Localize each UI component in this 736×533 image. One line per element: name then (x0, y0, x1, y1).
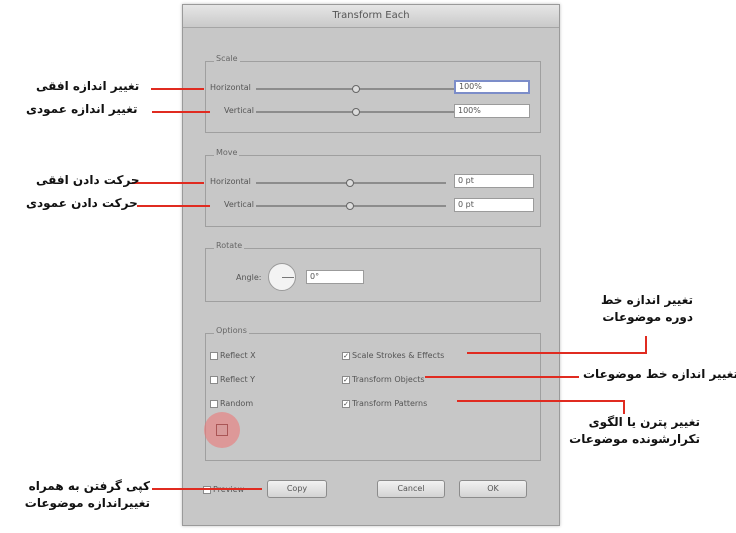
annotation-scale-vertical: تغییر اندازه عمودی (26, 102, 138, 116)
scale-vertical-field[interactable]: 100% (454, 104, 530, 118)
move-horizontal-slider-thumb[interactable] (346, 179, 354, 187)
transform-patterns-check-icon[interactable]: ✓ (342, 399, 350, 408)
annotation-line-scale-vertical (152, 111, 210, 113)
copy-button[interactable]: Copy (267, 480, 327, 498)
angle-dial-icon[interactable] (268, 263, 296, 291)
scale-vertical-slider-thumb[interactable] (352, 108, 360, 116)
reflect-x-label: Reflect X (220, 351, 256, 360)
scale-strokes-label: Scale Strokes & Effects (352, 351, 445, 360)
scale-horizontal-label: Horizontal (210, 83, 251, 92)
transform-objects-check-icon[interactable]: ✓ (342, 375, 350, 384)
move-group-label: Move (214, 148, 240, 157)
scale-horizontal-slider-thumb[interactable] (352, 85, 360, 93)
annotation-line-transform-patterns (457, 400, 625, 402)
annotation-scale-horizontal: تغییر اندازه افقی (36, 79, 140, 93)
reflect-y-label: Reflect Y (220, 375, 256, 384)
move-vertical-field[interactable]: 0 pt (454, 198, 534, 212)
annotation-copy: کپی گرفتن به همراه تغییراندازه موضوعات (24, 479, 150, 510)
ok-button[interactable]: OK (459, 480, 527, 498)
scale-strokes-checkbox[interactable]: ✓ Scale Strokes & Effects (342, 351, 444, 361)
transform-objects-label: Transform Objects (352, 375, 425, 384)
rotate-group-label: Rotate (214, 241, 245, 250)
scale-group-label: Scale (214, 54, 240, 63)
random-checkbox[interactable]: Random (210, 399, 253, 409)
transform-patterns-checkbox[interactable]: ✓ Transform Patterns (342, 399, 427, 409)
rotate-angle-field[interactable]: 0° (306, 270, 364, 284)
rotate-group: Rotate Angle: 0° (205, 241, 541, 302)
annotation-line-scale-strokes (467, 352, 647, 354)
move-horizontal-field[interactable]: 0 pt (454, 174, 534, 188)
random-label: Random (220, 399, 254, 408)
annotation-move-horizontal: حرکت دادن افقی (36, 173, 140, 187)
transform-patterns-label: Transform Patterns (352, 399, 428, 408)
scale-vertical-slider[interactable] (256, 108, 456, 116)
scale-vertical-label: Vertical (224, 106, 254, 115)
rotate-angle-label: Angle: (236, 273, 262, 282)
options-group-label: Options (214, 326, 249, 335)
move-vertical-slider[interactable] (256, 202, 446, 210)
reference-point-highlight (204, 412, 240, 448)
annotation-line-move-horizontal (132, 182, 204, 184)
annotation-move-vertical: حرکت دادن عمودی (26, 196, 138, 210)
scale-horizontal-field[interactable]: 100% (454, 80, 530, 94)
annotation-transform-objects: تغییر اندازه خط موضوعات (583, 367, 736, 381)
move-group: Move Horizontal 0 pt Vertical 0 pt (205, 148, 541, 227)
move-horizontal-label: Horizontal (210, 177, 251, 186)
annotation-line-move-vertical (137, 205, 210, 207)
reflect-x-box[interactable] (210, 351, 218, 360)
reflect-y-checkbox[interactable]: Reflect Y (210, 375, 255, 385)
annotation-line-transform-patterns-vertical (623, 400, 625, 414)
annotation-transform-patterns: تغییر پترن یا الگوی تکرارشونده موضوعات (569, 415, 700, 446)
move-horizontal-slider[interactable] (256, 179, 446, 187)
move-vertical-slider-thumb[interactable] (346, 202, 354, 210)
cancel-button[interactable]: Cancel (377, 480, 445, 498)
scale-group: Scale Horizontal 100% Vertical 100% (205, 54, 541, 133)
dialog-title: Transform Each (183, 5, 559, 28)
annotation-line-scale-horizontal (151, 88, 204, 90)
reflect-y-box[interactable] (210, 375, 218, 384)
reference-point-locator-icon[interactable] (216, 424, 228, 436)
scale-strokes-check-icon[interactable]: ✓ (342, 351, 350, 360)
annotation-line-copy (152, 488, 262, 490)
transform-objects-checkbox[interactable]: ✓ Transform Objects (342, 375, 425, 385)
scale-horizontal-slider[interactable] (256, 85, 456, 93)
preview-checkbox[interactable]: Preview (203, 485, 244, 495)
transform-each-dialog: Transform Each Scale Horizontal 100% Ver… (182, 4, 560, 526)
annotation-scale-strokes: تغییر اندازه خط دوره موضوعات (600, 293, 693, 324)
random-box[interactable] (210, 399, 218, 408)
annotation-line-scale-strokes-vertical (645, 336, 647, 354)
move-vertical-label: Vertical (224, 200, 254, 209)
reflect-x-checkbox[interactable]: Reflect X (210, 351, 256, 361)
annotation-line-transform-objects (425, 376, 579, 378)
